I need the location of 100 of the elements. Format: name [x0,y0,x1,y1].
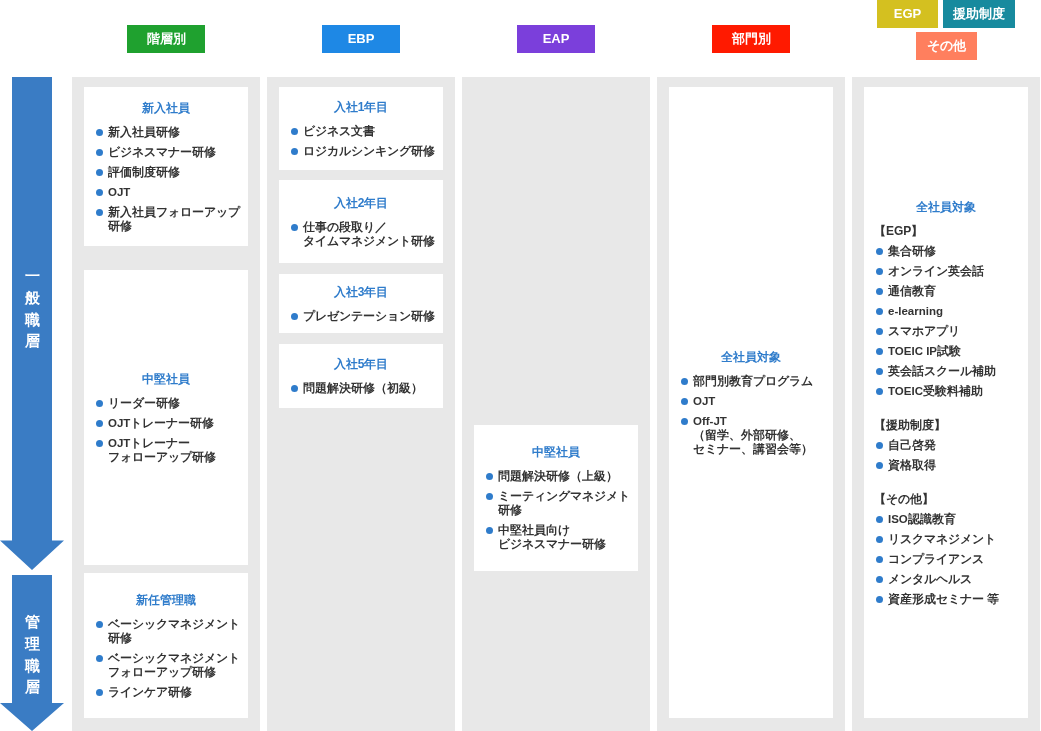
bullet-icon [486,493,493,500]
bullet-icon [96,419,103,427]
category-tag: 援助制度 [943,0,1015,28]
bullet-icon [96,439,103,447]
bullet-icon [291,223,298,231]
category-tag: EAP [517,24,595,53]
card-title: 入社3年目 [333,284,389,299]
card-title: 入社5年目 [333,357,389,371]
bullet-icon [96,148,103,156]
training-item: 問題解決研修（上級） [498,469,618,483]
group-heading: 【その他】 [874,491,935,506]
training-item: ミーティングマネジメト [498,489,630,503]
card-title: 全社員対象 [721,349,781,364]
category-tag: 部門別 [712,24,790,53]
bullet-icon [876,575,883,583]
training-item: ビジネス文書 [303,123,375,138]
card-title: 中堅社員 [142,371,190,386]
training-item: 資産形成セミナー 等 [888,591,1000,606]
training-item: スマホアプリ [888,323,960,338]
bullet-icon [96,399,103,407]
bullet-icon [876,307,883,315]
training-item: Off-JT [693,413,728,428]
bullet-icon [876,461,883,469]
training-item: TOEIC IP試験 [888,343,961,358]
training-item: ロジカルシンキング研修 [303,143,435,158]
bullet-icon [681,377,688,385]
training-item: ベーシックマネジメント [108,616,240,631]
bullet-icon [876,535,883,543]
training-item: 研修 [108,630,133,645]
bullet-icon [876,441,883,449]
training-item: 資格取得 [888,457,936,472]
bullet-icon [876,387,883,395]
card-title: 全社員対象 [916,199,976,214]
bullet-icon [876,595,883,603]
training-item: 評価制度研修 [108,164,180,179]
bullet-icon [876,247,883,255]
bullet-icon [96,168,103,176]
bullet-icon [876,367,883,375]
bullet-icon [96,188,103,196]
training-item: 通信教育 [888,283,936,298]
bullet-icon [291,147,298,155]
bullet-icon [486,473,493,480]
bullet-icon [876,515,883,523]
card-title: 入社1年目 [333,99,389,114]
training-item: セミナー、講習会等） [693,442,813,456]
training-item: ビジネスマナー研修 [108,144,216,159]
training-item: 新入社員研修 [108,124,180,139]
bullet-icon [876,267,883,275]
bullet-icon [291,127,298,135]
training-item: e-learning [888,303,943,318]
bullet-icon [96,688,103,696]
training-item: タイムマネジメント研修 [303,233,435,248]
training-item: TOEIC受験料補助 [888,383,983,398]
group-heading: 【EGP】 [874,223,925,238]
training-item: OJT [108,184,131,199]
category-tag: その他 [915,32,977,60]
bullet-icon [876,555,883,563]
training-item: プレゼンテーション研修 [303,308,435,323]
bullet-icon [96,620,103,628]
training-item: 新入社員フォローアップ [108,204,240,219]
category-tag: 階層別 [127,24,205,53]
group-heading: 【援助制度】 [874,417,947,432]
bullet-icon [681,397,688,405]
bullet-icon [96,128,103,136]
training-item: オンライン英会話 [888,263,984,278]
level-label: 一般職層 [24,266,40,352]
bullet-icon [486,527,493,534]
training-item: 研修 [498,503,523,517]
training-item: ビジネスマナー研修 [498,537,606,551]
training-item: 問題解決研修（初級） [303,381,423,395]
training-item: 中堅社員向け [498,523,571,537]
card-title: 中堅社員 [532,445,580,459]
bullet-icon [291,312,298,320]
bullet-icon [96,208,103,216]
training-item: メンタルヘルス [888,571,972,586]
bullet-icon [291,385,298,392]
bullet-icon [681,417,688,425]
training-item: 研修 [108,218,133,233]
training-item: 英会話スクール補助 [888,363,996,378]
level-label: 管理職層 [24,612,40,698]
category-tag: EGP [877,0,938,28]
bullet-icon [876,327,883,335]
training-item: フォローアップ研修 [108,664,217,679]
training-item: OJT [693,393,716,408]
training-item: （留学、外部研修、 [693,427,802,442]
training-item: OJTトレーナー研修 [108,415,215,430]
training-item: コンプライアンス [888,551,984,566]
training-item: リーダー研修 [108,395,180,410]
training-item: 自己啓発 [888,437,936,452]
bullet-icon [876,287,883,295]
bullet-icon [96,654,103,662]
card-title: 新入社員 [142,100,190,115]
training-item: OJTトレーナー [108,435,192,450]
training-item: ベーシックマネジメント [108,650,240,665]
bullet-icon [876,347,883,355]
card-title: 新任管理職 [136,592,196,607]
training-item: 集合研修 [888,243,936,258]
training-item: 部門別教育プログラム [693,373,813,388]
training-item: ラインケア研修 [108,684,192,699]
training-item: リスクマネジメント [888,531,996,546]
